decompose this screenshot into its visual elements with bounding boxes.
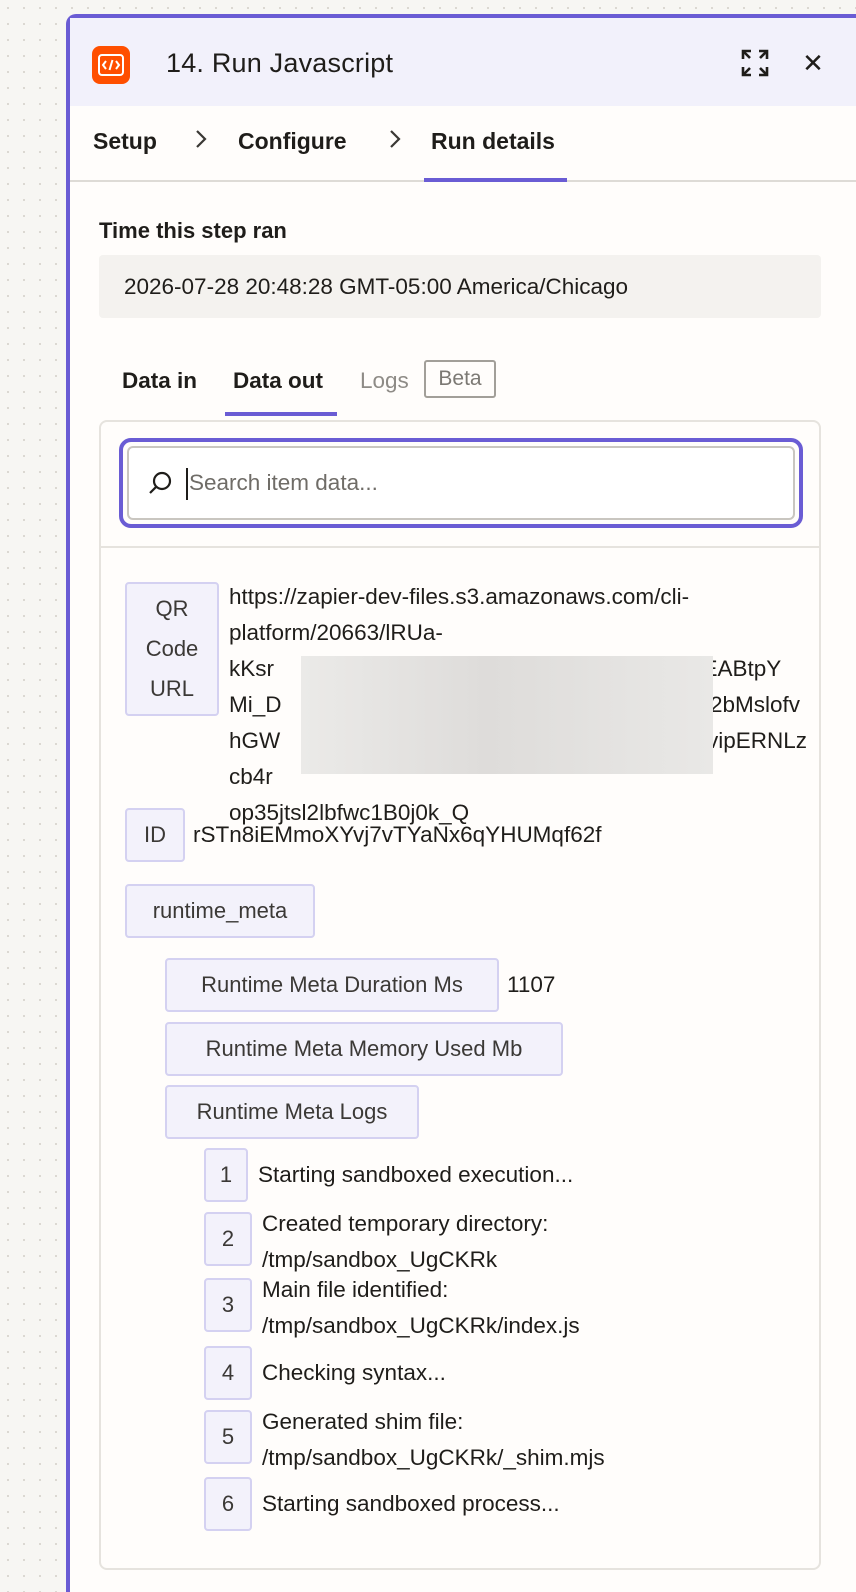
key-runtime-meta-memory-used-mb[interactable]: Runtime Meta Memory Used Mb (165, 1022, 563, 1076)
key-runtime-meta[interactable]: runtime_meta (125, 884, 315, 938)
log-index[interactable]: 2 (204, 1212, 252, 1266)
key-line: Code (145, 636, 199, 661)
key-qr-code-url[interactable]: QR Code URL (125, 582, 219, 716)
chevron-right-icon (194, 128, 208, 156)
value-line: https://zapier-dev-files.s3.amazonaws.co… (229, 584, 690, 609)
log-index[interactable]: 5 (204, 1410, 252, 1464)
log-entry: Main file identified: /tmp/sandbox_UgCKR… (262, 1272, 580, 1344)
log-entry: Starting sandboxed process... (262, 1486, 560, 1522)
value-duration-ms: 1107 (507, 972, 556, 997)
log-entry: Generated shim file: /tmp/sandbox_UgCKRk… (262, 1404, 605, 1476)
divider (101, 546, 819, 548)
tab-setup[interactable]: Setup (93, 128, 157, 155)
text-cursor (186, 468, 188, 500)
tab-data-out[interactable]: Data out (233, 368, 323, 394)
log-line: Starting sandboxed execution... (258, 1162, 574, 1187)
log-line: Created temporary directory: (262, 1211, 549, 1236)
log-index[interactable]: 4 (204, 1346, 252, 1400)
step-breadcrumb: Setup Configure Run details (70, 106, 856, 182)
step-panel: 14. Run Javascript ✕ Setup Configure Run… (66, 14, 856, 1592)
redaction-overlay (301, 656, 713, 774)
log-index[interactable]: 6 (204, 1477, 252, 1531)
search-box (119, 438, 803, 528)
beta-badge: Beta (424, 360, 496, 398)
search-icon (147, 470, 173, 501)
code-icon (92, 46, 130, 84)
log-line: /tmp/sandbox_UgCKRk/index.js (262, 1313, 580, 1338)
log-index[interactable]: 3 (204, 1278, 252, 1332)
key-line: QR (155, 596, 189, 621)
search-field (127, 446, 795, 520)
log-line: /tmp/sandbox_UgCKRk/_shim.mjs (262, 1445, 605, 1470)
key-id[interactable]: ID (125, 808, 185, 862)
log-line: Starting sandboxed process... (262, 1491, 560, 1516)
data-out-panel: QR Code URL https://zapier-dev-files.s3.… (99, 420, 821, 1570)
panel-header: 14. Run Javascript ✕ (70, 18, 856, 106)
value-line: platform/20663/lRUa- (229, 620, 443, 645)
panel-title: 14. Run Javascript (166, 48, 394, 78)
log-line: Generated shim file: (262, 1409, 464, 1434)
time-value: 2026-07-28 20:48:28 GMT-05:00 America/Ch… (99, 255, 821, 318)
time-label: Time this step ran (99, 218, 287, 243)
key-runtime-meta-duration-ms[interactable]: Runtime Meta Duration Ms (165, 958, 499, 1012)
chevron-right-icon (388, 128, 402, 156)
close-icon[interactable]: ✕ (796, 46, 830, 80)
tab-data-in[interactable]: Data in (122, 368, 197, 394)
log-entry: Created temporary directory: /tmp/sandbo… (262, 1206, 548, 1278)
log-entry: Checking syntax... (262, 1355, 446, 1391)
key-line: URL (149, 676, 194, 701)
tab-logs[interactable]: Logs (360, 368, 409, 394)
tab-configure[interactable]: Configure (238, 128, 347, 155)
active-data-tab-indicator (225, 412, 337, 416)
log-line: Checking syntax... (262, 1360, 446, 1385)
tab-run-details[interactable]: Run details (431, 128, 555, 155)
active-tab-indicator (424, 178, 567, 182)
expand-icon[interactable] (738, 46, 772, 80)
key-runtime-meta-logs[interactable]: Runtime Meta Logs (165, 1085, 419, 1139)
value-id: rSTn8iEMmoXYvj7vTYaNx6qYHUMqf62f (193, 822, 602, 847)
value-line: l2bMslofv (705, 692, 801, 717)
log-index[interactable]: 1 (204, 1148, 248, 1202)
log-line: Main file identified: (262, 1277, 449, 1302)
value-line: vipERNLz (707, 728, 808, 753)
log-entry: Starting sandboxed execution... (258, 1157, 573, 1193)
search-input[interactable] (189, 460, 769, 506)
